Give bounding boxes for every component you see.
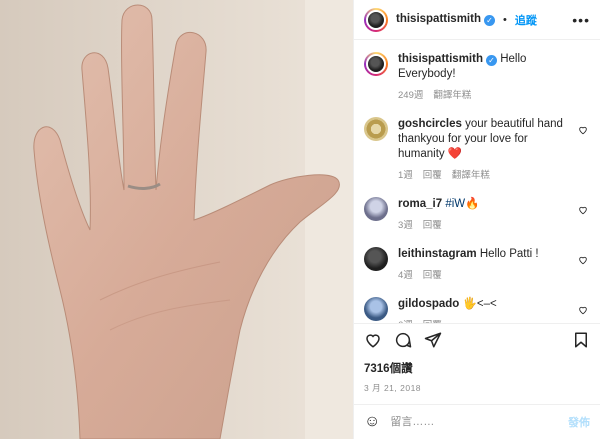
- verified-badge-icon: ✓: [483, 15, 495, 27]
- comment-input[interactable]: [390, 416, 558, 429]
- like-comment-heart-icon[interactable]: [578, 125, 588, 135]
- post-side-panel: thisispattismith ✓ • 追蹤 ••• thisispattism…: [353, 0, 600, 439]
- instagram-post: thisispattismith ✓ • 追蹤 ••• thisispattism…: [0, 0, 600, 439]
- reply-link[interactable]: 回覆: [423, 218, 442, 233]
- comment-row: goshcircles your beautiful hand thankyou…: [364, 117, 590, 183]
- comment-hashtag[interactable]: #iW🔥: [445, 198, 479, 210]
- commenter-avatar[interactable]: [364, 117, 388, 142]
- reply-link[interactable]: 回覆: [423, 268, 442, 283]
- like-comment-heart-icon[interactable]: [578, 255, 588, 265]
- likes-count[interactable]: 7316個讚: [354, 356, 600, 376]
- commenter-username[interactable]: leithinstagram: [398, 248, 477, 260]
- comment-text: Hello Patti !: [479, 248, 539, 261]
- more-options-icon[interactable]: •••: [572, 12, 590, 28]
- comment-text: 🖐<–<: [462, 298, 497, 311]
- commenter-avatar[interactable]: [364, 297, 388, 322]
- commenter-avatar[interactable]: [364, 197, 388, 222]
- comment-bubble-icon[interactable]: [394, 331, 412, 349]
- comment-composer: ☺ 發佈: [354, 404, 600, 439]
- commenter-username[interactable]: gildospado: [398, 298, 459, 310]
- like-comment-heart-icon[interactable]: [578, 305, 588, 315]
- post-photo-hand[interactable]: [0, 0, 353, 439]
- caption-author-avatar[interactable]: [364, 52, 388, 77]
- comment-row: leithinstagram Hello Patti ! 4週 回覆: [364, 247, 590, 283]
- emoji-picker-icon[interactable]: ☺: [364, 413, 380, 431]
- like-heart-icon[interactable]: [364, 331, 382, 349]
- author-avatar[interactable]: [364, 7, 388, 32]
- separator-dot: •: [502, 13, 507, 26]
- post-comment-button[interactable]: 發佈: [568, 414, 590, 430]
- post-date[interactable]: 3 月 21, 2018: [354, 376, 600, 404]
- caption-translate[interactable]: 翻譯年糕: [433, 88, 471, 103]
- comment-row: gildospado 🖐<–< 6週 回覆: [364, 297, 590, 323]
- commenter-avatar[interactable]: [364, 247, 388, 272]
- post-header: thisispattismith ✓ • 追蹤 •••: [354, 0, 600, 41]
- caption-age[interactable]: 249週: [398, 88, 423, 103]
- save-bookmark-icon[interactable]: [572, 331, 590, 349]
- comment-age[interactable]: 6週: [398, 318, 413, 323]
- comment-row: roma_i7 #iW🔥 3週 回覆: [364, 197, 590, 233]
- author-username[interactable]: thisispattismith ✓: [396, 13, 495, 27]
- caption-row: thisispattismith ✓ Hello Everybody! 249週 …: [364, 52, 590, 103]
- translate-link[interactable]: 翻譯年糕: [452, 168, 490, 183]
- commenter-username[interactable]: roma_i7: [398, 198, 442, 210]
- comments-list[interactable]: thisispattismith ✓ Hello Everybody! 249週 …: [354, 40, 600, 323]
- comment-age[interactable]: 3週: [398, 218, 413, 233]
- caption-username[interactable]: thisispattismith: [398, 53, 483, 65]
- comment-age[interactable]: 4週: [398, 268, 413, 283]
- post-actions-bar: [354, 322, 600, 356]
- like-comment-heart-icon[interactable]: [578, 205, 588, 215]
- hand-illustration: [0, 0, 353, 439]
- reply-link[interactable]: 回覆: [423, 318, 442, 323]
- verified-badge-icon: ✓: [485, 55, 497, 67]
- commenter-username[interactable]: goshcircles: [398, 118, 462, 130]
- follow-button[interactable]: 追蹤: [515, 12, 537, 28]
- reply-link[interactable]: 回覆: [423, 168, 442, 183]
- heart-emoji: ❤️: [447, 148, 463, 161]
- comment-age[interactable]: 1週: [398, 168, 413, 183]
- share-paper-plane-icon[interactable]: [424, 331, 442, 349]
